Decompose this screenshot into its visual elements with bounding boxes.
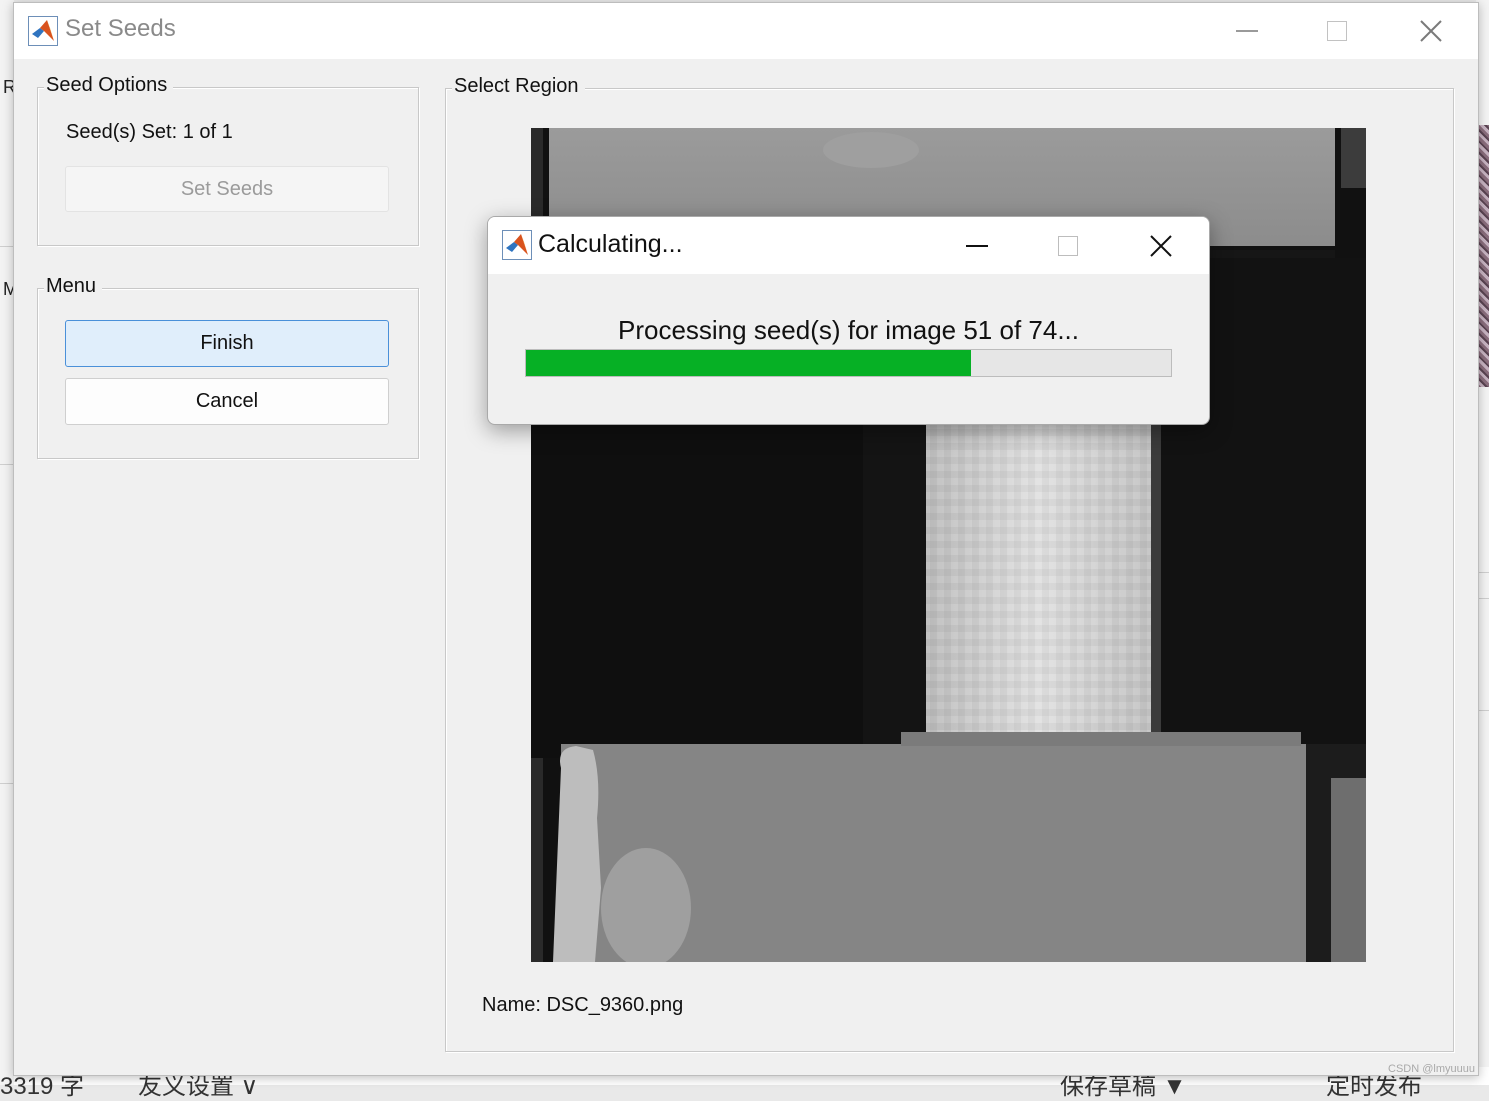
progress-message: Processing seed(s) for image 51 of 74...: [617, 315, 1079, 345]
set-seeds-button[interactable]: Set Seeds: [65, 166, 389, 212]
progress-bar: [525, 349, 1172, 377]
minimize-icon: [1236, 30, 1258, 32]
menu-legend: Menu: [44, 275, 103, 298]
maximize-button[interactable]: [1292, 3, 1382, 59]
watermark: CSDN @lmyuuuu: [1388, 1063, 1475, 1075]
finish-button[interactable]: Finish: [65, 320, 389, 367]
dialog-title-bar[interactable]: Calculating...: [488, 217, 1209, 274]
window-title: Set Seeds: [65, 15, 176, 42]
calculating-dialog: Calculating... Processing seed(s) for im…: [487, 216, 1210, 425]
background-window-left-edge: R M: [0, 0, 18, 1085]
seed-options-legend: Seed Options: [44, 74, 174, 97]
background-divider: [0, 464, 14, 465]
progress-bar-fill: [526, 350, 971, 376]
maximize-icon: [1058, 235, 1078, 256]
image-name-label: Name: DSC_9360.png: [482, 994, 684, 1016]
menu-panel: Menu: [37, 275, 419, 459]
close-button[interactable]: [1386, 3, 1476, 59]
minimize-button[interactable]: [1202, 3, 1292, 59]
select-region-legend: Select Region: [452, 75, 585, 98]
close-icon: [1420, 20, 1442, 42]
background-divider: [0, 246, 14, 247]
seed-status-text: Seed(s) Set: 1 of 1: [66, 121, 233, 143]
background-divider: [0, 783, 14, 784]
cancel-button[interactable]: Cancel: [65, 378, 389, 425]
minimize-icon: [966, 244, 988, 247]
set-seeds-window: Set Seeds Seed Options Seed(s) Set: 1 of…: [13, 2, 1479, 1076]
dialog-maximize-button[interactable]: [1023, 217, 1113, 274]
dialog-minimize-button[interactable]: [932, 217, 1022, 274]
matlab-icon: [502, 230, 532, 260]
close-icon: [1150, 234, 1172, 257]
title-bar[interactable]: Set Seeds: [14, 3, 1478, 59]
dialog-title: Calculating...: [538, 230, 683, 258]
maximize-icon: [1327, 21, 1347, 41]
dialog-close-button[interactable]: [1116, 217, 1206, 274]
matlab-icon: [28, 16, 58, 46]
